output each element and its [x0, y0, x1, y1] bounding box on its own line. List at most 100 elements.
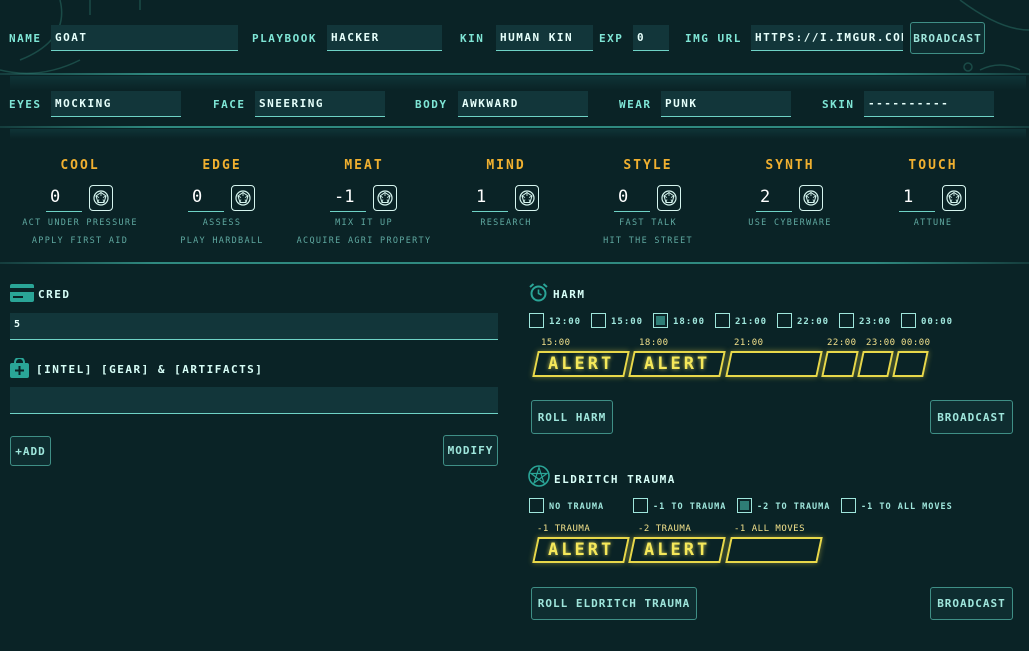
pentagram-icon	[528, 465, 550, 487]
harm-slot-text: ALERT	[547, 354, 615, 374]
stat-value-touch[interactable]: 1	[899, 184, 935, 212]
trauma-slot-label: -1 ALL MOVES	[734, 524, 806, 534]
harm-clock-checkbox[interactable]	[901, 313, 916, 328]
harm-clock-checkbox[interactable]	[839, 313, 854, 328]
stat-value-mind[interactable]: 1	[472, 184, 508, 212]
stat-name-touch: TOUCH	[908, 158, 958, 173]
gear-field[interactable]	[10, 387, 498, 414]
harm-slot-text: ALERT	[643, 354, 711, 374]
exp-label: EXP	[599, 32, 624, 45]
trauma-broadcast-button[interactable]: BROADCAST	[930, 587, 1013, 620]
stat-move-label[interactable]: PLAY HARDBALL	[147, 236, 297, 246]
trauma-checkbox[interactable]	[841, 498, 856, 513]
playbook-field[interactable]: HACKER	[327, 25, 442, 51]
harm-clock-label: 21:00	[735, 317, 768, 327]
face-label: FACE	[213, 98, 246, 111]
harm-slot[interactable]	[725, 351, 823, 377]
trauma-checkbox[interactable]	[737, 498, 752, 513]
stat-value-style[interactable]: 0	[614, 184, 650, 212]
harm-slot[interactable]	[857, 351, 894, 377]
stat-name-synth: SYNTH	[765, 158, 815, 173]
harm-clock-label: 22:00	[797, 317, 830, 327]
cred-field[interactable]: 5	[10, 313, 498, 340]
modify-gear-button[interactable]: MODIFY	[443, 435, 498, 466]
kin-field[interactable]: HUMAN KIN	[496, 25, 593, 51]
harm-clock-checkbox[interactable]	[715, 313, 730, 328]
stat-name-style: STYLE	[623, 158, 673, 173]
harm-slot-time: 15:00	[541, 338, 571, 348]
header-divider	[0, 73, 1029, 75]
harm-broadcast-button[interactable]: BROADCAST	[930, 400, 1013, 434]
stat-move-label[interactable]: USE CYBERWARE	[715, 218, 865, 228]
roll-harm-button[interactable]: ROLL HARM	[531, 400, 613, 434]
img-url-label: IMG URL	[685, 32, 742, 45]
trauma-slot-text: ALERT	[643, 540, 711, 560]
roll-eldritch-trauma-button[interactable]: ROLL ELDRITCH TRAUMA	[531, 587, 697, 620]
harm-slot[interactable]: ALERT	[532, 351, 630, 377]
roll-dice-icon[interactable]	[799, 185, 823, 211]
stat-move-label[interactable]: ACQUIRE AGRI PROPERTY	[289, 236, 439, 246]
stat-move-label[interactable]: ASSESS	[147, 218, 297, 228]
backpack-icon	[10, 358, 29, 378]
trauma-title: ELDRITCH TRAUMA	[554, 473, 676, 486]
face-field[interactable]: SNEERING	[255, 91, 385, 117]
harm-clock-checkbox[interactable]	[777, 313, 792, 328]
looks-band	[10, 129, 1026, 139]
stat-move-label[interactable]: MIX IT UP	[289, 218, 439, 228]
name-field[interactable]: GOAT	[51, 25, 238, 51]
stat-move-label[interactable]: APPLY FIRST AID	[5, 236, 155, 246]
trauma-option-label: -1 TO TRAUMA	[653, 502, 727, 512]
harm-slot[interactable]	[892, 351, 929, 377]
harm-clock-label: 12:00	[549, 317, 582, 327]
stat-value-cool[interactable]: 0	[46, 184, 82, 212]
harm-slot-time: 00:00	[901, 338, 931, 348]
header-band	[10, 76, 1026, 90]
trauma-slot[interactable]: ALERT	[628, 537, 726, 563]
header-broadcast-button[interactable]: BROADCAST	[910, 22, 985, 54]
roll-dice-icon[interactable]	[89, 185, 113, 211]
harm-clock-checkbox[interactable]	[591, 313, 606, 328]
roll-dice-icon[interactable]	[515, 185, 539, 211]
eyes-label: EYES	[9, 98, 42, 111]
harm-title: HARM	[553, 288, 586, 301]
alarm-clock-icon	[529, 283, 548, 302]
roll-dice-icon[interactable]	[373, 185, 397, 211]
stat-name-meat: MEAT	[344, 158, 384, 173]
add-gear-button[interactable]: +ADD	[10, 436, 51, 466]
body-label: BODY	[415, 98, 448, 111]
stat-move-label[interactable]: RESEARCH	[431, 218, 581, 228]
stat-value-edge[interactable]: 0	[188, 184, 224, 212]
roll-dice-icon[interactable]	[231, 185, 255, 211]
stat-name-edge: EDGE	[202, 158, 242, 173]
harm-slot[interactable]	[821, 351, 859, 377]
stat-move-label[interactable]: ACT UNDER PRESSURE	[5, 218, 155, 228]
harm-clock-checkbox[interactable]	[529, 313, 544, 328]
trauma-checkbox[interactable]	[633, 498, 648, 513]
img-url-field[interactable]: HTTPS://I.IMGUR.COM	[751, 25, 903, 51]
harm-clock-checkbox[interactable]	[653, 313, 668, 328]
stat-move-label[interactable]: ATTUNE	[858, 218, 1008, 228]
trauma-slot[interactable]	[725, 537, 823, 563]
body-field[interactable]: AWKWARD	[458, 91, 588, 117]
roll-dice-icon[interactable]	[942, 185, 966, 211]
playbook-label: PLAYBOOK	[252, 32, 317, 45]
harm-slot-time: 22:00	[827, 338, 857, 348]
stat-value-meat[interactable]: -1	[330, 184, 366, 212]
harm-clock-label: 23:00	[859, 317, 892, 327]
skin-field[interactable]: ----------	[864, 91, 994, 117]
name-label: NAME	[9, 32, 42, 45]
eyes-field[interactable]: MOCKING	[51, 91, 181, 117]
wear-field[interactable]: PUNK	[661, 91, 791, 117]
trauma-checkbox[interactable]	[529, 498, 544, 513]
credit-card-icon	[10, 284, 34, 302]
harm-clock-label: 15:00	[611, 317, 644, 327]
stat-move-label[interactable]: FAST TALK	[573, 218, 723, 228]
stat-move-label[interactable]: HIT THE STREET	[573, 236, 723, 246]
harm-slot[interactable]: ALERT	[628, 351, 726, 377]
trauma-slot[interactable]: ALERT	[532, 537, 630, 563]
roll-dice-icon[interactable]	[657, 185, 681, 211]
looks-divider	[0, 126, 1029, 128]
harm-slot-time: 21:00	[734, 338, 764, 348]
exp-field[interactable]: 0	[633, 25, 669, 51]
stat-value-synth[interactable]: 2	[756, 184, 792, 212]
